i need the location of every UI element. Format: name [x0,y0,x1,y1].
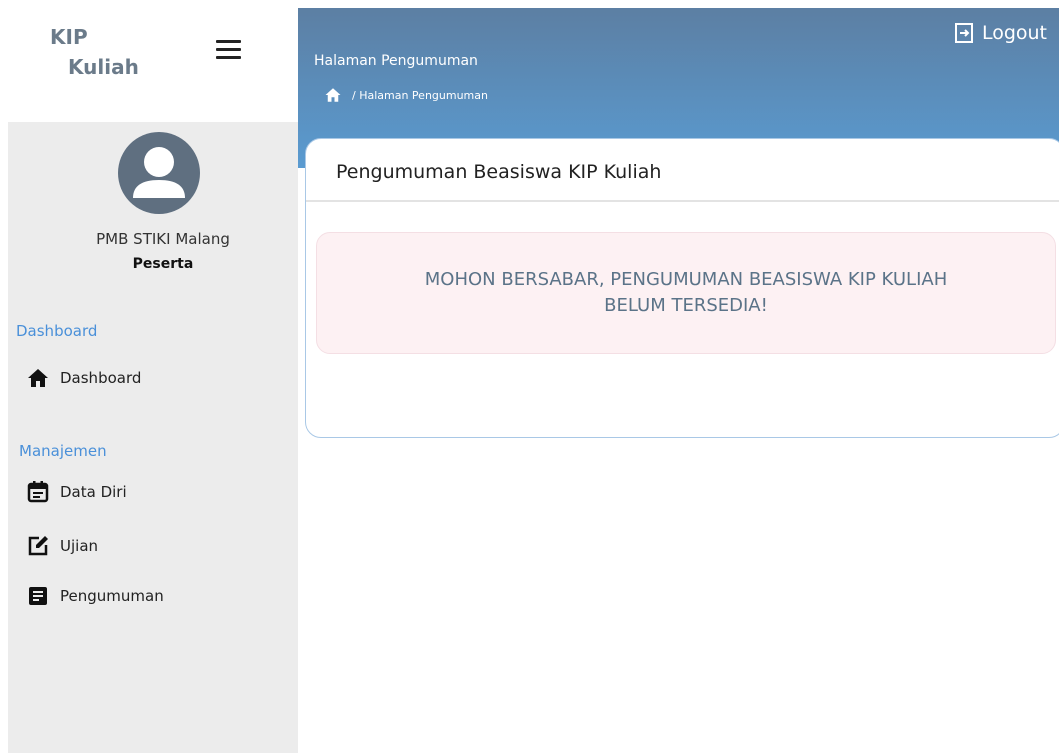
menu-toggle-icon[interactable] [216,40,241,60]
app-logo[interactable]: KIP Kuliah [50,22,139,82]
breadcrumb-home-icon[interactable] [324,86,342,104]
sidebar-item-pengumuman[interactable]: Pengumuman [26,584,164,608]
logo-line-2: Kuliah [68,55,139,79]
avatar [118,132,200,214]
breadcrumb: / Halaman Pengumuman [324,86,488,104]
user-role: Peserta [132,256,194,272]
card-title: Pengumuman Beasiswa KIP Kuliah [336,161,662,183]
breadcrumb-current: / Halaman Pengumuman [352,88,488,102]
calendar-icon [26,480,50,504]
divider [306,200,1059,202]
home-icon [26,366,50,390]
page-title: Halaman Pengumuman [314,53,478,69]
sidebar-item-ujian[interactable]: Ujian [26,534,98,558]
sidebar-section-dashboard: Dashboard [16,322,98,340]
user-avatar-icon [133,147,185,198]
logo-line-1: KIP [50,25,88,49]
app-root: KIP Kuliah PMB STIKI Malang Peserta Dash… [0,0,1059,753]
edit-icon [26,534,50,558]
sidebar-item-label: Ujian [60,537,99,555]
sidebar-section-manajemen: Manajemen [19,442,107,460]
logout-label: Logout [981,22,1047,44]
alert-message: MOHON BERSABAR, PENGUMUMAN BEASISWA KIP … [424,269,948,316]
announcement-alert: MOHON BERSABAR, PENGUMUMAN BEASISWA KIP … [316,232,1056,354]
sidebar-item-label: Dashboard [60,369,142,387]
document-icon [26,584,50,608]
sidebar: PMB STIKI Malang Peserta Dashboard Dashb… [8,122,298,753]
sidebar-item-label: Data Diri [60,483,127,501]
logout-icon [954,23,973,43]
brand-area: KIP Kuliah [0,0,298,122]
logout-button[interactable]: Logout [954,22,1047,44]
sidebar-item-label: Pengumuman [60,587,164,605]
user-name: PMB STIKI Malang [96,230,230,248]
announcement-card: Pengumuman Beasiswa KIP Kuliah MOHON BER… [305,138,1059,438]
sidebar-item-data-diri[interactable]: Data Diri [26,480,127,504]
sidebar-item-dashboard[interactable]: Dashboard [26,366,141,390]
